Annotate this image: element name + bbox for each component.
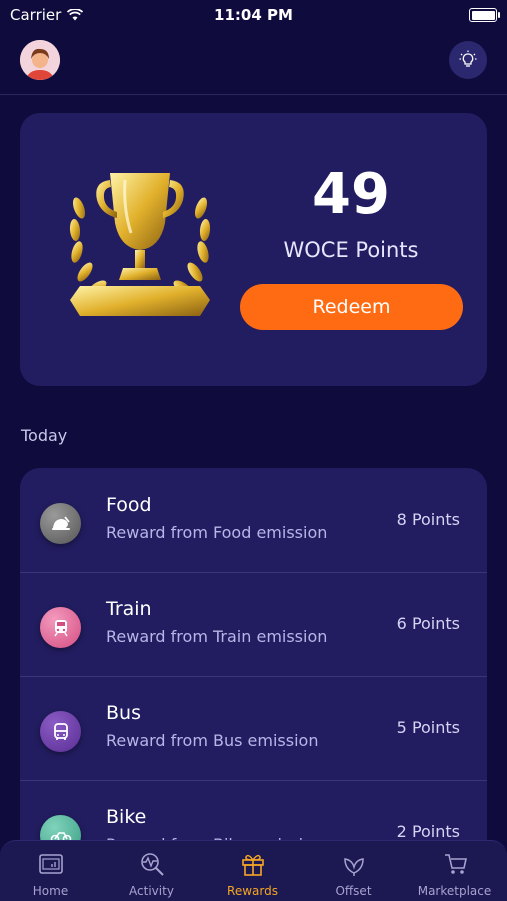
- tab-activity[interactable]: Activity: [101, 841, 202, 901]
- tab-rewards[interactable]: Rewards: [202, 841, 303, 901]
- header: [0, 38, 507, 95]
- row-points: 6 Points: [396, 614, 460, 633]
- train-icon: [40, 607, 81, 648]
- trophy-icon: [69, 173, 211, 316]
- tab-label: Rewards: [227, 884, 278, 898]
- avatar[interactable]: [20, 40, 60, 80]
- activity-icon: [140, 853, 164, 876]
- battery-icon: [469, 8, 500, 22]
- status-time: 11:04 PM: [214, 6, 293, 24]
- points-label: WOCE Points: [283, 238, 419, 262]
- tab-label: Activity: [129, 884, 174, 898]
- rewards-card: 49 WOCE Points Redeem: [20, 113, 487, 386]
- row-subtitle: Reward from Food emission: [106, 523, 328, 542]
- lightbulb-button[interactable]: [449, 41, 487, 79]
- tab-label: Home: [32, 884, 69, 898]
- tab-marketplace[interactable]: Marketplace: [404, 841, 507, 901]
- points-value: 49: [312, 162, 390, 227]
- row-title: Bus: [106, 702, 141, 724]
- row-title: Bike: [106, 806, 147, 828]
- tab-label: Marketplace: [417, 884, 492, 898]
- list-item[interactable]: Train Reward from Train emission 6 Point…: [20, 572, 487, 677]
- tab-home[interactable]: Home: [0, 841, 101, 901]
- home-icon: [38, 854, 63, 874]
- avatar-image: [20, 40, 60, 80]
- row-points: 8 Points: [396, 510, 460, 529]
- row-points: 2 Points: [396, 822, 460, 841]
- row-subtitle: Reward from Bus emission: [106, 731, 319, 750]
- gift-icon: [241, 854, 264, 876]
- bus-icon: [40, 711, 81, 752]
- cart-icon: [444, 854, 467, 874]
- row-title: Food: [106, 494, 152, 516]
- row-points: 5 Points: [396, 718, 460, 737]
- list-item[interactable]: Food Reward from Food emission 8 Points: [20, 468, 487, 573]
- row-title: Train: [106, 598, 152, 620]
- lightbulb-icon: [459, 50, 477, 67]
- section-title: Today: [21, 426, 68, 445]
- list-item[interactable]: Bus Reward from Bus emission 5 Points: [20, 676, 487, 781]
- status-bar: Carrier 11:04 PM: [0, 0, 507, 30]
- activity-list: Food Reward from Food emission 8 Points …: [20, 468, 487, 888]
- food-icon: [40, 503, 81, 544]
- tab-label: Offset: [335, 884, 372, 898]
- redeem-button[interactable]: Redeem: [240, 284, 463, 330]
- leaf-icon: [343, 858, 364, 876]
- tab-bar: Home Activity Rewards Offset Marketplace: [0, 840, 507, 901]
- tab-offset[interactable]: Offset: [303, 841, 404, 901]
- row-subtitle: Reward from Train emission: [106, 627, 328, 646]
